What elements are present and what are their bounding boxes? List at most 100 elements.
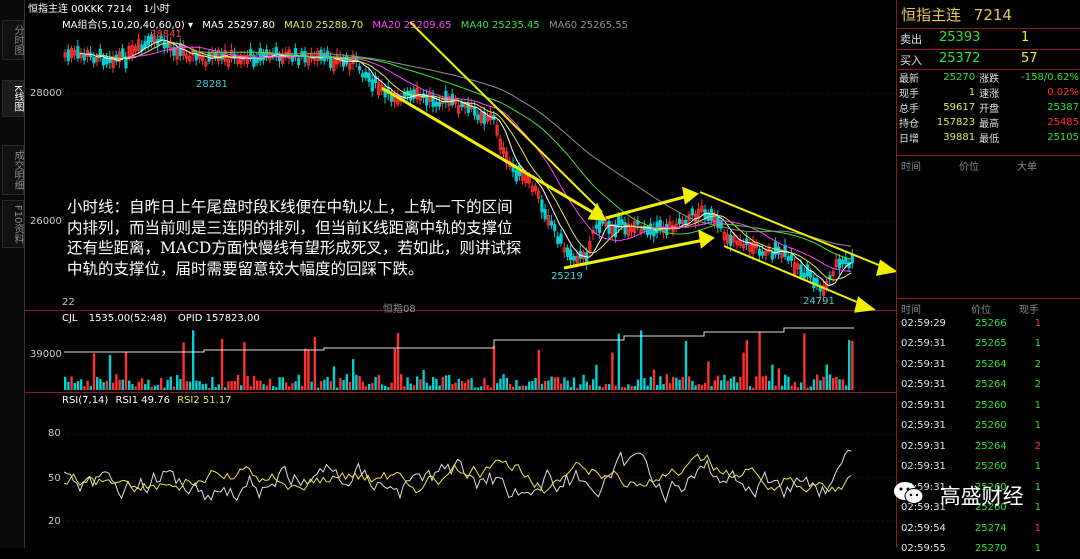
candle: [816, 279, 818, 285]
tab-trade-detail[interactable]: 成交明细: [2, 145, 24, 195]
volume-bar: [656, 385, 658, 390]
volume-bar: [771, 365, 773, 390]
volume-bar: [291, 383, 293, 390]
volume-bar: [614, 386, 616, 390]
stat-row: 现手 1 速涨 0.02%: [897, 85, 1080, 100]
volume-bar: [304, 348, 306, 390]
stat-label: 开盘: [977, 100, 1006, 115]
volume-bar: [422, 370, 424, 390]
volume-bar: [374, 377, 376, 390]
volume-bar: [122, 380, 124, 390]
volume-bar: [784, 375, 786, 390]
volume-bar: [739, 377, 741, 390]
volume-bar: [662, 384, 664, 390]
volume-bar: [205, 384, 207, 390]
volume-bar: [285, 382, 287, 390]
trade-list[interactable]: 时间 价位 现手 02:59:2925266102:59:3125265102:…: [897, 298, 1080, 559]
trade-row: 02:59:31252601: [897, 457, 1080, 478]
tab-timeshare[interactable]: 分时图: [2, 20, 24, 60]
volume-bar: [426, 383, 428, 390]
trade-qty: 1: [1014, 395, 1080, 416]
volume-bar: [822, 377, 824, 390]
candle: [803, 273, 805, 278]
volume-bar: [163, 388, 165, 390]
volume-bar: [288, 386, 290, 390]
volume-bar: [640, 330, 642, 390]
candle: [358, 67, 360, 70]
volume-bar: [486, 385, 488, 390]
volume-bar: [512, 387, 514, 390]
volume-bar: [381, 384, 383, 390]
candle: [800, 265, 802, 277]
candle: [554, 225, 556, 231]
candle: [595, 225, 597, 228]
volume-bar: [800, 382, 802, 390]
candle: [608, 221, 610, 233]
candle: [550, 221, 552, 225]
trade-time: 02:59:55: [897, 539, 967, 559]
candle: [586, 253, 588, 263]
volume-bar: [672, 377, 674, 390]
volume-bar: [400, 374, 402, 390]
tab-f10[interactable]: F10资料: [2, 200, 24, 248]
volume-bar: [851, 341, 853, 390]
volume-bar: [707, 361, 709, 390]
volume-bar: [611, 353, 613, 390]
trade-qty: 1: [1014, 457, 1080, 478]
volume-bar: [845, 385, 847, 390]
stat-label: 日增: [897, 130, 926, 145]
volume-bar: [534, 378, 536, 390]
volume-bar: [768, 381, 770, 390]
candle: [560, 234, 562, 243]
volume-bar: [762, 376, 764, 390]
stat-value: 25485: [1006, 115, 1080, 130]
candle: [483, 112, 485, 123]
volume-bar: [211, 377, 213, 390]
volume-bar: [717, 376, 719, 390]
stat-value: 0.02%: [1006, 85, 1080, 100]
volume-bar: [368, 384, 370, 390]
trade-price: 25274: [967, 518, 1014, 539]
volume-bar: [752, 388, 754, 390]
candle: [838, 259, 840, 268]
candle: [122, 49, 124, 57]
candle: [461, 103, 463, 107]
volume-bar: [214, 387, 216, 390]
volume-bar: [208, 388, 210, 390]
candle: [842, 260, 844, 264]
volume-bar: [464, 383, 466, 390]
volume-bar: [298, 375, 300, 390]
volume-bar: [698, 384, 700, 390]
volume-bar: [147, 380, 149, 390]
volume-bar: [797, 387, 799, 390]
volume-bar: [653, 370, 655, 390]
volume-bar: [746, 340, 748, 390]
volume-bar: [80, 379, 82, 390]
trade-header-qty: 现手: [1019, 301, 1039, 316]
volume-bar: [416, 376, 418, 390]
volume-bar: [723, 375, 725, 390]
left-tab-bar: 分时图 K线图 成交明细 F10资料: [0, 0, 25, 548]
volume-bar: [554, 377, 556, 390]
candle: [390, 95, 392, 101]
volume-bar: [579, 384, 581, 390]
volume-bar: [634, 386, 636, 390]
trade-time: 02:59:31: [897, 334, 967, 355]
volume-bar: [733, 376, 735, 390]
volume-bar: [810, 386, 812, 390]
tab-kline[interactable]: K线图: [2, 80, 24, 117]
volume-bar: [192, 330, 194, 390]
volume-bar: [586, 382, 588, 390]
arrow-head: [684, 189, 696, 202]
volume-bar: [454, 383, 456, 390]
volume-bar: [646, 386, 648, 390]
volume-bars: [64, 330, 854, 390]
volume-bar: [618, 334, 620, 390]
volume-bar: [518, 386, 520, 390]
candle: [515, 170, 517, 180]
quote-title: 恒指主连 7214: [897, 4, 1080, 26]
volume-bar: [301, 386, 303, 390]
trade-qty: 1: [1014, 477, 1080, 498]
volume-bar: [605, 384, 607, 390]
volume-bar: [128, 381, 130, 390]
